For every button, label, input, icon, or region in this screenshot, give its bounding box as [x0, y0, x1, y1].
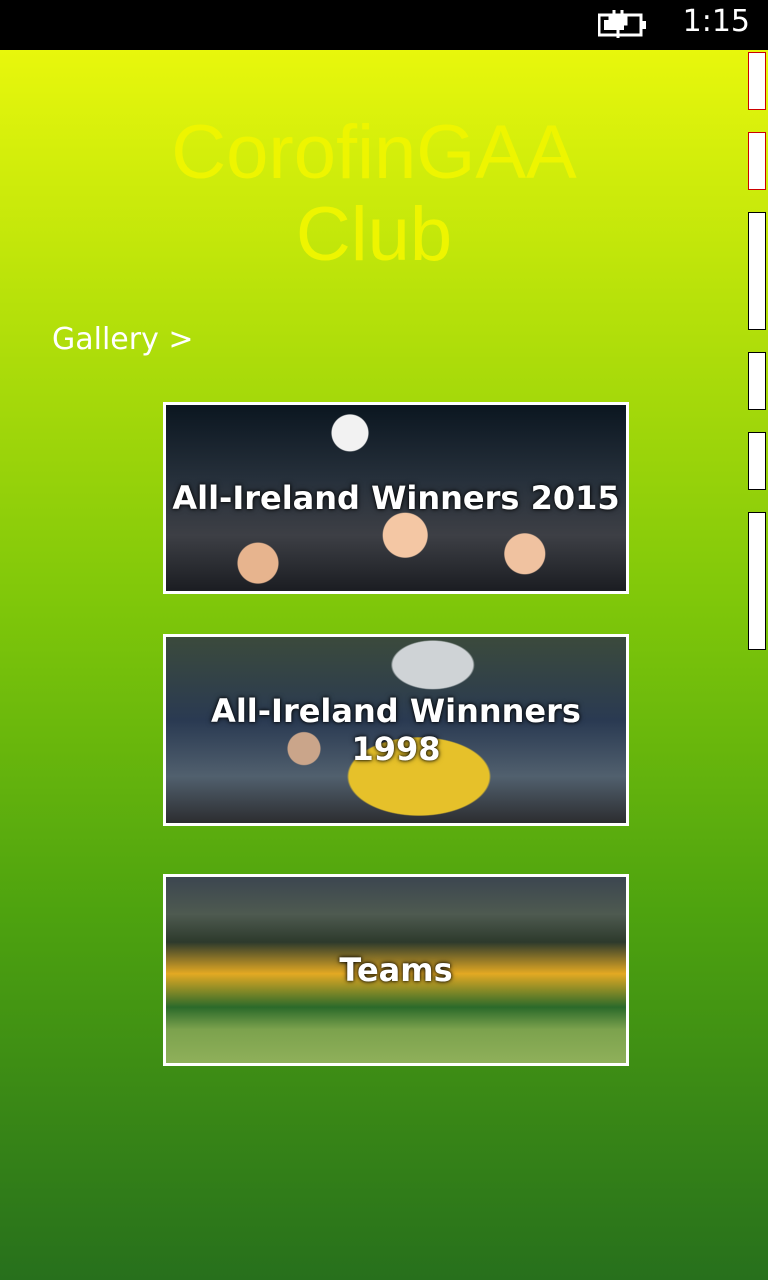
scroll-indicator: [748, 50, 768, 650]
scroll-mark: [748, 52, 766, 110]
clock: 1:15: [682, 4, 750, 39]
tile-label: All-Ireland Winnners 1998: [211, 692, 581, 768]
club-title: CorofinGAA Club: [0, 112, 748, 276]
tile-all-ireland-2015[interactable]: All-Ireland Winners 2015: [163, 402, 629, 594]
scroll-mark: [748, 352, 766, 410]
scroll-mark: [748, 132, 766, 190]
gallery-link[interactable]: Gallery >: [52, 322, 194, 357]
title-line-2: Club: [295, 192, 453, 277]
app-screen: CorofinGAA Club Gallery > All-Ireland Wi…: [0, 50, 768, 1280]
tile-all-ireland-1998[interactable]: All-Ireland Winnners 1998: [163, 634, 629, 826]
scroll-mark: [748, 432, 766, 490]
battery-charging-icon: [597, 10, 650, 40]
tile-label: All-Ireland Winners 2015: [172, 479, 620, 517]
status-bar: 1:15: [0, 0, 768, 50]
scroll-mark: [748, 212, 766, 330]
title-line-1: CorofinGAA: [171, 110, 577, 195]
tile-label: Teams: [339, 951, 453, 989]
tile-teams[interactable]: Teams: [163, 874, 629, 1066]
scroll-mark: [748, 512, 766, 650]
